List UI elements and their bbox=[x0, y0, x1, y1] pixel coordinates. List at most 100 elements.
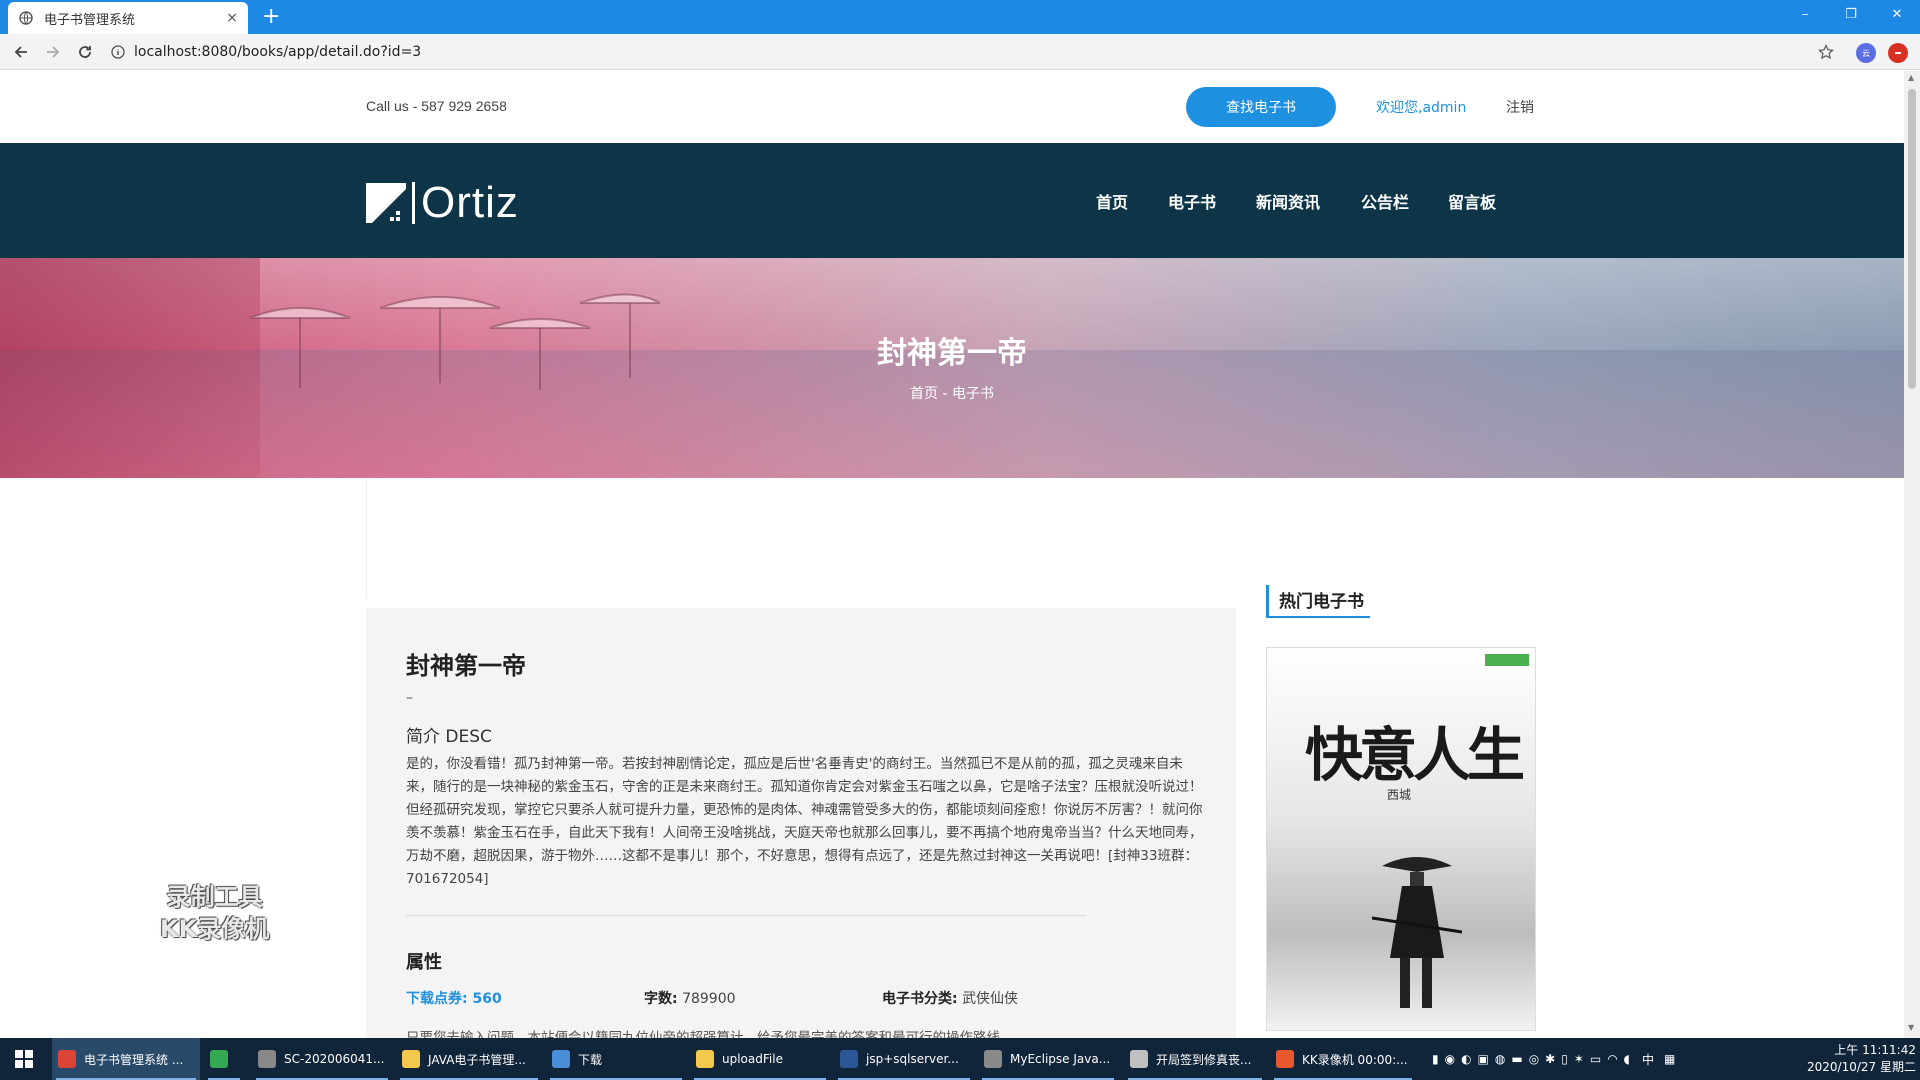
taskbar-app-icon bbox=[258, 1050, 276, 1068]
banner-title: 封神第一帝 bbox=[877, 336, 1027, 371]
taskbar-app-icon bbox=[840, 1050, 858, 1068]
adblock-icon[interactable] bbox=[1888, 43, 1908, 63]
info-icon[interactable] bbox=[110, 44, 126, 60]
content-divider bbox=[366, 479, 367, 599]
recorder-watermark: 录制工具 KK录像机 bbox=[160, 881, 269, 945]
hot-ebooks-heading: 热门电子书 bbox=[1266, 585, 1370, 618]
system-clock[interactable]: 上午 11:11:42 2020/10/27 星期二 bbox=[1800, 1042, 1916, 1076]
page-viewport: Call us - 587 929 2658 查找电子书 欢迎您,admin 注… bbox=[0, 71, 1904, 1038]
taskbar-app-icon bbox=[58, 1050, 76, 1068]
forward-arrow-icon[interactable] bbox=[42, 41, 64, 63]
download-points-link[interactable]: 下载点券: 560 bbox=[406, 988, 502, 1008]
browser-toolbar: localhost:8080/books/app/detail.do?id=3 … bbox=[0, 34, 1920, 70]
category-label: 电子书分类: bbox=[882, 991, 958, 1007]
nav-guestbook[interactable]: 留言板 bbox=[1448, 189, 1496, 213]
browser-tabstrip: 电子书管理系统 × + – ❐ ✕ bbox=[0, 0, 1920, 34]
page-scrollbar[interactable]: ▲ ▼ bbox=[1904, 71, 1920, 1038]
new-tab-button[interactable]: + bbox=[262, 4, 280, 30]
book-detail-card: 封神第一帝 – 简介 DESC 是的，你没看错！孤乃封神第一帝。若按封神剧情论定… bbox=[366, 608, 1236, 1038]
contact-phone: Call us - 587 929 2658 bbox=[366, 98, 507, 114]
taskbar-item[interactable]: KK录像机 00:00:... bbox=[1270, 1038, 1416, 1080]
scroll-down-icon[interactable]: ▼ bbox=[1908, 1023, 1914, 1032]
taskbar-item-label: 下载 bbox=[578, 1052, 603, 1067]
tab-title: 电子书管理系统 bbox=[44, 12, 136, 28]
back-arrow-icon[interactable] bbox=[10, 41, 32, 63]
description-text: 是的，你没看错！孤乃封神第一帝。若按封神剧情论定，孤应是后世'名垂青史'的商纣王… bbox=[406, 756, 1203, 887]
page-banner: 封神第一帝 首页 - 电子书 bbox=[0, 258, 1904, 478]
minimize-button[interactable]: – bbox=[1782, 0, 1828, 28]
taskbar-item[interactable]: JAVA电子书管理... bbox=[396, 1038, 542, 1080]
cover-author: 西城 bbox=[1387, 788, 1412, 802]
word-count: 字数: 789900 bbox=[644, 988, 736, 1008]
taskbar-item[interactable]: 开局签到修真丧... bbox=[1124, 1038, 1266, 1080]
nav-ebooks[interactable]: 电子书 bbox=[1168, 189, 1216, 213]
taskbar-item[interactable]: SC-202006041... bbox=[252, 1038, 392, 1080]
search-ebook-button[interactable]: 查找电子书 bbox=[1186, 87, 1336, 127]
taskbar-item[interactable] bbox=[204, 1038, 244, 1080]
tab-close-icon[interactable]: × bbox=[226, 10, 238, 26]
category-value: 武侠仙侠 bbox=[962, 991, 1019, 1007]
attributes-heading: 属性 bbox=[406, 952, 442, 973]
title-dash: – bbox=[406, 690, 413, 706]
ime-indicator[interactable]: 中 bbox=[1642, 1051, 1654, 1068]
taskbar-app-icon bbox=[1130, 1050, 1148, 1068]
welcome-user-link[interactable]: 欢迎您,admin bbox=[1376, 97, 1466, 117]
browser-tab[interactable]: 电子书管理系统 × bbox=[8, 2, 248, 34]
url-text: localhost:8080/books/app/detail.do?id=3 bbox=[134, 44, 422, 60]
keyboard-icon[interactable]: ▦ bbox=[1664, 1052, 1675, 1066]
logout-link[interactable]: 注销 bbox=[1506, 97, 1534, 117]
address-bar[interactable]: localhost:8080/books/app/detail.do?id=3 bbox=[110, 38, 1810, 66]
taskbar-item-label: uploadFile bbox=[722, 1052, 783, 1066]
publisher-badge bbox=[1485, 654, 1529, 666]
nav-notices[interactable]: 公告栏 bbox=[1361, 189, 1409, 213]
truncated-text: 只要您去输入问题，本站便会以籍同九位仙帝的超强算计，给予您最完美的答案和最可行的… bbox=[406, 1030, 1000, 1038]
taskbar-app-icon bbox=[1276, 1050, 1294, 1068]
taskbar-item[interactable]: jsp+sqlserver... bbox=[834, 1038, 974, 1080]
description-heading: 简介 DESC bbox=[406, 727, 492, 747]
taskbar-app-icon bbox=[984, 1050, 1002, 1068]
taskbar-app-icon bbox=[552, 1050, 570, 1068]
breadcrumb: 首页 - 电子书 bbox=[910, 386, 994, 402]
taskbar-item-label: MyEclipse Java... bbox=[1010, 1052, 1111, 1066]
section-separator bbox=[406, 915, 1086, 916]
windows-start-icon[interactable] bbox=[0, 1038, 48, 1080]
watermark-line-1: 录制工具 bbox=[166, 883, 263, 911]
taskbar-app-icon bbox=[210, 1050, 228, 1068]
nav-home[interactable]: 首页 bbox=[1096, 189, 1128, 213]
logo-divider bbox=[412, 182, 415, 224]
scroll-up-icon[interactable]: ▲ bbox=[1908, 73, 1914, 82]
logo-mark-icon bbox=[366, 183, 406, 223]
globe-icon bbox=[18, 10, 34, 26]
taskbar-item[interactable]: 电子书管理系统 ... bbox=[52, 1038, 200, 1080]
taskbar-item-label: 开局签到修真丧... bbox=[1156, 1052, 1252, 1067]
system-tray: ▮◉◐▣◍▬◎✱▯✶▭◠◖ 中 ▦ bbox=[1432, 1038, 1675, 1080]
top-bar: Call us - 587 929 2658 查找电子书 欢迎您,admin 注… bbox=[0, 71, 1904, 143]
watermark-line-2: KK录像机 bbox=[160, 915, 270, 943]
taskbar-item-label: JAVA电子书管理... bbox=[428, 1052, 526, 1067]
taskbar-app-icon bbox=[696, 1050, 714, 1068]
book-category: 电子书分类: 武侠仙侠 bbox=[882, 988, 1018, 1008]
taskbar-item[interactable]: MyEclipse Java... bbox=[978, 1038, 1118, 1080]
bookmark-star-icon[interactable] bbox=[1815, 41, 1837, 63]
word-count-label: 字数: bbox=[644, 991, 678, 1007]
extension-icon[interactable]: 云 bbox=[1856, 43, 1876, 63]
clock-date: 2020/10/27 星期二 bbox=[1807, 1060, 1916, 1074]
taskbar-item[interactable]: 下载 bbox=[546, 1038, 686, 1080]
site-logo[interactable]: Ortiz bbox=[366, 181, 519, 225]
book-title: 封神第一帝 bbox=[406, 652, 526, 680]
swordsman-figure-image bbox=[1372, 857, 1462, 1008]
tray-icons[interactable]: ▮◉◐▣◍▬◎✱▯✶▭◠◖ bbox=[1432, 1052, 1636, 1066]
nav-news[interactable]: 新闻资讯 bbox=[1256, 189, 1320, 213]
cover-title: 快意人生 bbox=[1305, 721, 1525, 789]
taskbar-app-icon bbox=[402, 1050, 420, 1068]
taskbar-item[interactable]: uploadFile bbox=[690, 1038, 830, 1080]
close-window-button[interactable]: ✕ bbox=[1874, 0, 1920, 28]
taskbar-item-label: 电子书管理系统 ... bbox=[84, 1052, 184, 1067]
clock-time: 上午 11:11:42 bbox=[1834, 1043, 1916, 1057]
hot-ebook-cover[interactable]: 快意人生 西城 bbox=[1266, 647, 1536, 1031]
word-count-value: 789900 bbox=[682, 991, 736, 1007]
main-navbar: Ortiz 首页 电子书 新闻资讯 公告栏 留言板 bbox=[0, 143, 1904, 323]
restore-button[interactable]: ❐ bbox=[1828, 0, 1874, 28]
scrollbar-thumb[interactable] bbox=[1908, 89, 1916, 389]
reload-icon[interactable] bbox=[74, 41, 96, 63]
